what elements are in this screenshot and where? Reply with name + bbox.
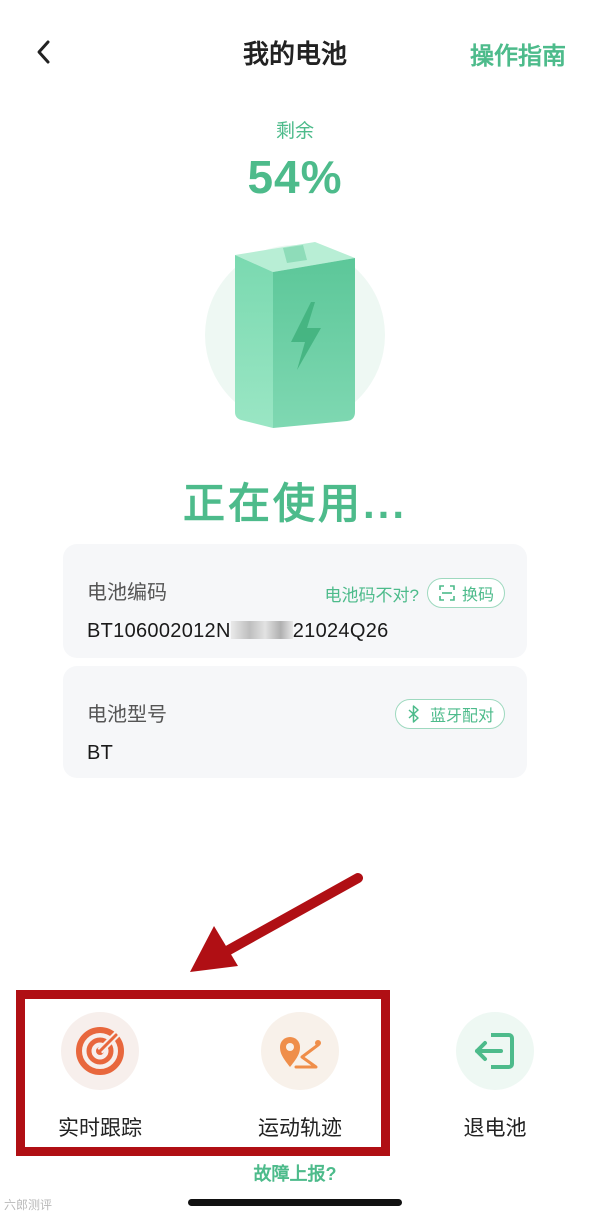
battery-code-label: 电池编码 bbox=[87, 582, 167, 604]
return-battery-label: 退电池 bbox=[463, 1117, 527, 1140]
exit-icon bbox=[475, 1033, 514, 1069]
home-indicator[interactable] bbox=[188, 1199, 402, 1206]
change-code-button[interactable]: 换码 bbox=[426, 578, 505, 608]
battery-status: 正在使用... bbox=[182, 480, 407, 527]
wrong-code-link[interactable]: 电池码不对? bbox=[325, 581, 419, 606]
battery-model-label: 电池型号 bbox=[87, 704, 167, 726]
scan-icon bbox=[439, 585, 455, 601]
battery-percent: 54% bbox=[247, 151, 343, 203]
operation-guide-link[interactable]: 操作指南 bbox=[470, 36, 566, 71]
redaction-blur bbox=[230, 621, 293, 639]
watermark: 六郎测评 bbox=[4, 1198, 53, 1212]
bluetooth-icon bbox=[408, 705, 419, 723]
battery-model-card: 电池型号 蓝牙配对 BT bbox=[63, 666, 527, 778]
fault-report-link[interactable]: 故障上报? bbox=[0, 1160, 590, 1186]
bluetooth-pair-button[interactable]: 蓝牙配对 bbox=[394, 699, 505, 729]
battery-illustration bbox=[195, 230, 395, 440]
annotation-arrow bbox=[190, 873, 363, 972]
battery-code-value: BT106002012N 21024Q26 bbox=[87, 620, 389, 642]
bluetooth-pair-label: 蓝牙配对 bbox=[429, 708, 494, 725]
battery-code-card: 电池编码 电池码不对? 换码 BT106002012N 21024Q26 bbox=[63, 544, 527, 658]
return-battery-button[interactable]: 退电池 bbox=[430, 1012, 560, 1142]
annotation-highlight-box bbox=[16, 990, 390, 1156]
change-code-label: 换码 bbox=[461, 587, 494, 604]
battery-model-value: BT bbox=[87, 742, 114, 764]
remaining-label: 剩余 bbox=[275, 121, 314, 142]
